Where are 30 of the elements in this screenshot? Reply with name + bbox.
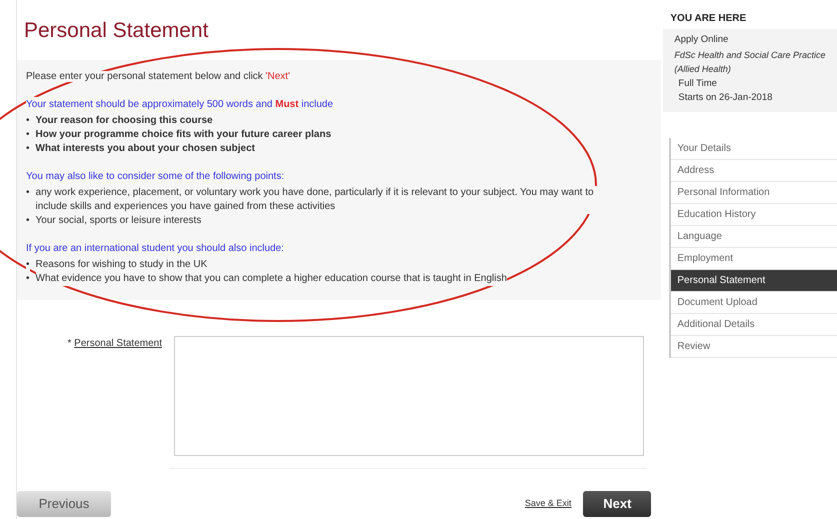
next-button[interactable]: Next	[583, 491, 652, 517]
step-link[interactable]: Education History	[671, 204, 837, 226]
step-link[interactable]: Your Details	[671, 138, 837, 160]
list-item-text: Reasons for wishing to study in the UK	[36, 258, 208, 272]
summary-line: Full Time	[677, 76, 718, 90]
step-link[interactable]: Additional Details	[671, 314, 837, 336]
step-link[interactable]: Document Upload	[671, 292, 837, 314]
summary-line: Starts on 26-Jan-2018	[677, 91, 774, 105]
field-label: * Personal Statement	[68, 338, 162, 349]
page-title: Personal Statement	[23, 18, 210, 44]
sidebar-heading: YOU ARE HERE	[670, 12, 748, 26]
summary-line: Apply Online	[674, 33, 730, 47]
list-item-text: What interests you about your chosen subject	[36, 142, 255, 156]
step-link[interactable]: Language	[671, 226, 837, 248]
step-link[interactable]: Address	[671, 160, 837, 182]
step-link[interactable]: Personal Statement	[671, 270, 837, 292]
section-heading: Your statement should be approximately 500 words and Must include	[26, 97, 334, 112]
step-link[interactable]: Personal Information	[671, 182, 837, 204]
statement-field[interactable]	[174, 336, 644, 456]
list-item-text: What evidence you have to show that you can complete a higher education course that is taught in English	[36, 272, 507, 286]
list-item-text: Your reason for choosing this course	[36, 114, 213, 128]
intro-text: Please enter your personal statement below and click 'Next'	[26, 70, 290, 84]
section-heading: If you are an international student you should also include:	[26, 241, 284, 256]
previous-button[interactable]: Previous	[17, 491, 111, 517]
summary-line: FdSc Health and Social Care Practice (Allied Health)	[674, 48, 826, 76]
step-link[interactable]: Review	[671, 336, 837, 358]
section-heading: You may also like to consider some of the following points:	[26, 169, 284, 184]
list-item-text: How your programme choice fits with your future career plans	[36, 128, 332, 142]
list-item-text: Your social, sports or leisure interests	[36, 214, 202, 228]
save-exit-link[interactable]: Save & Exit	[524, 497, 572, 511]
